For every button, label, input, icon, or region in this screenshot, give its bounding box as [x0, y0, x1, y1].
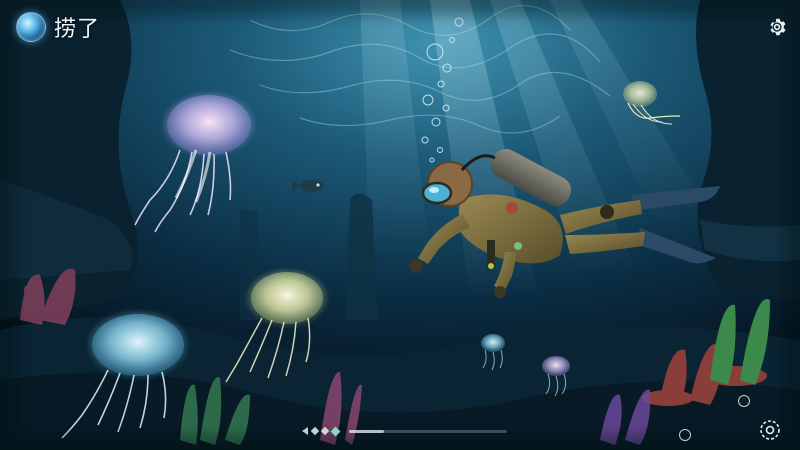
gear-dashed-icon — [760, 420, 780, 440]
ring-button-right[interactable] — [738, 395, 750, 407]
corner-menu-button[interactable] — [758, 418, 782, 442]
prev-arrow-icon[interactable] — [302, 427, 308, 435]
settings-button[interactable] — [766, 16, 788, 38]
orb-icon[interactable] — [16, 12, 46, 42]
ring-button-bottom[interactable] — [679, 429, 691, 441]
progress-fill — [349, 429, 384, 433]
underwater-background — [0, 0, 800, 450]
bottom-navigation — [302, 426, 507, 436]
nav-dot-2[interactable] — [320, 426, 330, 436]
nav-dot-1[interactable] — [310, 426, 320, 436]
nav-dot-3-active[interactable] — [330, 426, 341, 436]
game-title: 捞了 — [54, 17, 101, 42]
gear-icon — [770, 18, 786, 36]
progress-track[interactable] — [349, 429, 507, 433]
hud-title-group: 捞了 — [16, 11, 100, 43]
game-scene[interactable]: 捞了 — [0, 0, 800, 450]
